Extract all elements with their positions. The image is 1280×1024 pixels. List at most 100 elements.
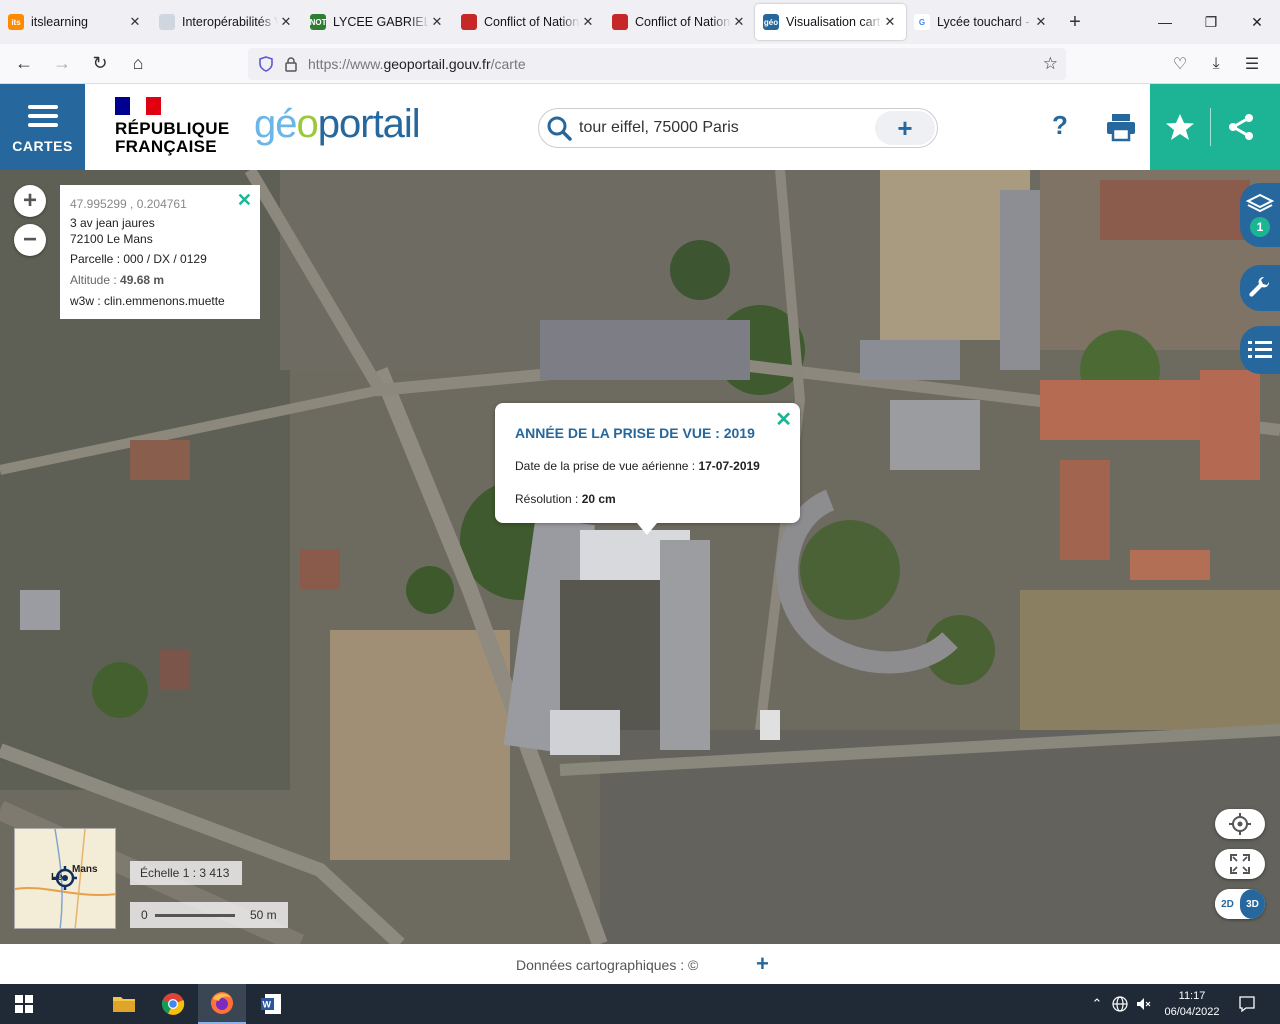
url-bar[interactable]: https://www.geoportail.gouv.fr/carte ☆ [248, 48, 1066, 80]
close-icon[interactable]: ✕ [237, 191, 252, 209]
favorites-star-icon[interactable] [1165, 113, 1195, 141]
french-flag-icon [115, 97, 161, 115]
help-button[interactable]: ? [1045, 110, 1075, 146]
search-input[interactable] [579, 119, 869, 137]
chrome-icon[interactable] [149, 984, 197, 1024]
map-view[interactable]: + − 47.995299 , 0.204761 3 av jean jaure… [0, 170, 1280, 944]
fullscreen-icon [1230, 854, 1250, 874]
advanced-search-button[interactable]: + [875, 111, 935, 145]
republique-francaise-logo[interactable]: RÉPUBLIQUE FRANÇAISE [115, 97, 229, 156]
reload-button[interactable]: ↻ [82, 48, 118, 80]
browser-tab[interactable]: Conflict of Nation ✕ [604, 0, 755, 44]
tab-title: Conflict of Nation [484, 15, 580, 29]
back-button[interactable]: ← [6, 48, 42, 80]
attribution-bar: Données cartographiques : © + [0, 944, 1280, 984]
geoportail-header: CARTES RÉPUBLIQUEFRANÇAISE géoportail + … [0, 84, 1280, 170]
republique-line1: RÉPUBLIQUE [115, 119, 230, 138]
close-tab-icon[interactable]: ✕ [1033, 14, 1049, 30]
close-tab-icon[interactable]: ✕ [580, 14, 596, 30]
browser-tab[interactable]: G Lycée touchard - R ✕ [906, 0, 1057, 44]
tab-title: itslearning [31, 15, 88, 29]
game-icon [612, 14, 628, 30]
downloads-icon[interactable]: ⤓ [1198, 48, 1234, 80]
geolocate-button[interactable] [1215, 809, 1265, 839]
browser-nav-bar: ← → ↻ ⌂ https://www.geoportail.gouv.fr/c… [0, 44, 1280, 84]
close-tab-icon[interactable]: ✕ [278, 14, 294, 30]
parcelle-text: Parcelle : 000 / DX / 0129 [70, 252, 207, 266]
browser-tab-bar: its itslearning ✕ Interopérabilités V ✕ NOT LY… [0, 0, 1280, 44]
windows-taskbar: W ⌃ 11:17 06/04/2022 [0, 984, 1280, 1024]
popup-title: ANNÉE DE LA PRISE DE VUE : 2019 [515, 425, 755, 441]
browser-tab[interactable]: its itslearning ✕ [0, 0, 151, 44]
tools-button[interactable] [1240, 265, 1280, 311]
close-window-button[interactable]: ✕ [1234, 0, 1280, 44]
layers-button[interactable]: 1 [1240, 183, 1280, 247]
itslearning-icon: its [8, 14, 24, 30]
word-icon[interactable]: W [247, 984, 295, 1024]
tab-title: LYCEE GABRIEL TO [333, 15, 429, 29]
shield-icon [259, 56, 273, 72]
lycee-icon: NOT [310, 14, 326, 30]
close-icon[interactable]: ✕ [775, 407, 792, 432]
browser-tab[interactable]: NOT LYCEE GABRIEL TO✕ [302, 0, 453, 44]
minimize-button[interactable]: — [1142, 0, 1188, 44]
target-icon [1229, 813, 1251, 835]
list-icon [1248, 341, 1272, 358]
window-controls: — ❐ ✕ [1142, 0, 1280, 44]
tray-chevron-icon[interactable]: ⌃ [1088, 984, 1106, 1024]
windows-start-icon[interactable] [0, 984, 48, 1024]
popup-date: Date de la prise de vue aérienne : 17-07… [515, 459, 760, 473]
file-explorer-icon[interactable] [100, 984, 148, 1024]
browser-tab[interactable]: Interopérabilités V ✕ [151, 0, 302, 44]
layers-count-badge: 1 [1250, 217, 1270, 237]
hamburger-icon [27, 100, 58, 132]
zoom-in-button[interactable]: + [14, 185, 46, 217]
mode-2d-button[interactable]: 2D [1215, 889, 1240, 919]
close-tab-icon[interactable]: ✕ [882, 14, 898, 30]
close-tab-icon[interactable]: ✕ [127, 14, 143, 30]
volume-muted-icon[interactable] [1134, 984, 1154, 1024]
attribution-text: Données cartographiques : © [516, 957, 699, 973]
zoom-out-button[interactable]: − [14, 224, 46, 256]
search-bar: + [538, 108, 938, 148]
print-icon[interactable] [1103, 112, 1139, 142]
scale-bar: 0 50 m [130, 902, 288, 928]
overview-map[interactable]: Le Mans [14, 828, 116, 929]
forward-button[interactable]: → [44, 48, 80, 80]
browser-tab[interactable]: Conflict of Nation ✕ [453, 0, 604, 44]
maximize-button[interactable]: ❐ [1188, 0, 1234, 44]
game-icon [461, 14, 477, 30]
menu-icon[interactable]: ☰ [1234, 48, 1270, 80]
search-icon[interactable] [539, 115, 579, 141]
wrench-icon [1249, 276, 1270, 297]
clock-time: 11:17 [1178, 990, 1206, 1002]
geoportail-logo[interactable]: géoportail [254, 102, 421, 147]
home-icon[interactable]: ⌂ [120, 48, 156, 80]
attribution-expand-button[interactable]: + [756, 951, 769, 977]
tab-title: Lycée touchard - R [937, 15, 1033, 29]
fullscreen-button[interactable] [1215, 849, 1265, 879]
share-icon[interactable] [1227, 113, 1255, 141]
close-tab-icon[interactable]: ✕ [731, 14, 747, 30]
coordinates-text: 47.995299 , 0.204761 [70, 197, 187, 211]
star-bookmark-icon[interactable]: ☆ [1043, 54, 1058, 74]
new-tab-button[interactable]: + [1057, 0, 1093, 44]
tab-title: Conflict of Nation [635, 15, 731, 29]
browser-tab[interactable]: géo Visualisation carto ✕ [755, 4, 906, 40]
2d-3d-toggle[interactable]: 2D 3D [1215, 889, 1265, 919]
cartes-label: CARTES [12, 138, 73, 154]
network-icon[interactable] [1110, 984, 1130, 1024]
notifications-icon[interactable] [1232, 984, 1262, 1024]
address-line1: 3 av jean jaures [70, 216, 155, 230]
close-tab-icon[interactable]: ✕ [429, 14, 445, 30]
pocket-icon[interactable]: ♡ [1162, 48, 1198, 80]
clock-date: 06/04/2022 [1164, 1006, 1220, 1018]
photo-date-popup: ANNÉE DE LA PRISE DE VUE : 2019 Date de … [495, 403, 800, 535]
location-target-icon [53, 866, 77, 890]
cartes-menu-button[interactable]: CARTES [0, 84, 85, 170]
tab-title: Visualisation carto [786, 15, 882, 29]
legend-button[interactable] [1240, 326, 1280, 374]
system-clock[interactable]: 11:17 06/04/2022 [1160, 988, 1224, 1020]
firefox-icon[interactable] [198, 984, 246, 1024]
teal-actions [1150, 84, 1280, 170]
